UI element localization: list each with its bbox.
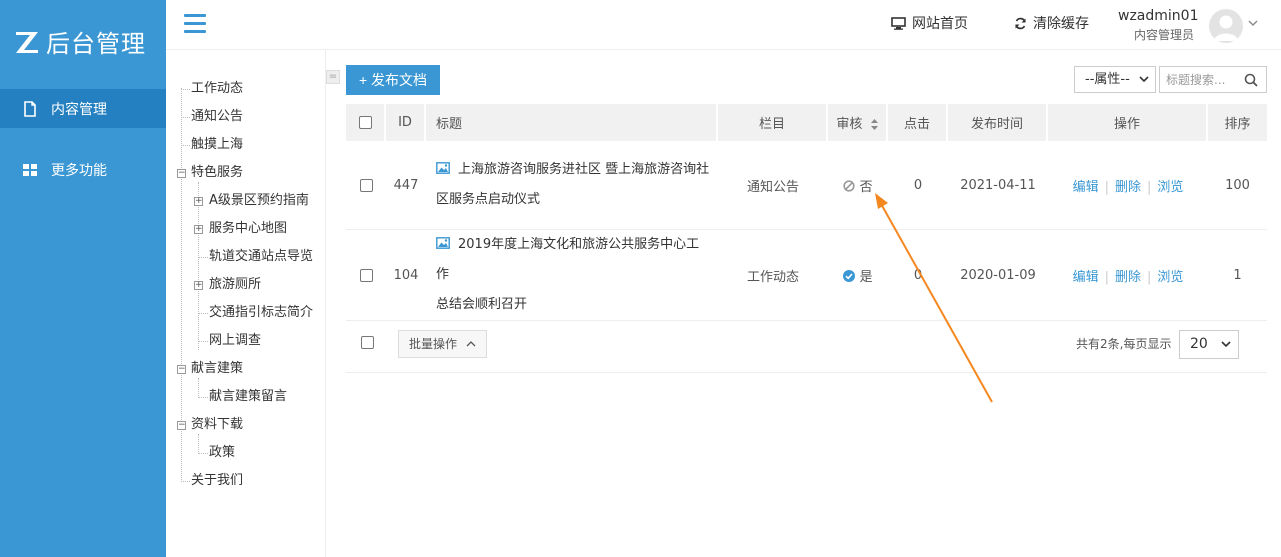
image-icon — [436, 162, 450, 174]
tree-node-online-survey[interactable]: 网上调查 — [209, 331, 261, 351]
view-link[interactable]: 浏览 — [1157, 180, 1183, 195]
menu-toggle-icon[interactable] — [184, 14, 206, 34]
view-link[interactable]: 浏览 — [1157, 270, 1183, 285]
row-audit[interactable]: 是 — [828, 230, 888, 321]
tree-collapse-handle-icon[interactable]: = — [326, 70, 340, 84]
row-publish-time: 2020-01-09 — [948, 230, 1048, 321]
table-row: 447 上海旅游咨询服务进社区 暨上海旅游咨询社 区服务点启动仪式 通知公告 否… — [346, 141, 1267, 230]
row-checkbox[interactable] — [359, 178, 373, 192]
page-size-select[interactable]: 20 — [1179, 330, 1239, 359]
tree-node-work-news[interactable]: 工作动态 — [191, 79, 243, 99]
row-actions: 编辑 | 删除 | 浏览 — [1048, 230, 1208, 321]
document-table: ID 标题 栏目 审核 点击 发布时间 操作 排序 447 上海旅游咨询服务进社… — [346, 104, 1267, 321]
batch-operation-button[interactable]: 批量操作 — [398, 330, 487, 358]
attribute-select[interactable]: --属性-- — [1074, 66, 1156, 93]
clear-cache-link[interactable]: 清除缓存 — [1014, 13, 1089, 33]
refresh-icon — [1015, 17, 1026, 29]
row-clicks: 0 — [888, 230, 948, 321]
expand-toggle-icon[interactable]: + — [194, 197, 203, 206]
tree-node-traffic-signs[interactable]: 交通指引标志简介 — [209, 303, 313, 323]
site-home-link[interactable]: 网站首页 — [891, 13, 968, 33]
user-name: wzadmin01 — [1118, 8, 1199, 24]
total-count-text: 共有2条,每页显示 — [1076, 337, 1172, 351]
header-id: ID — [386, 104, 426, 141]
delete-link[interactable]: 删除 — [1115, 270, 1141, 285]
expand-toggle-icon[interactable]: + — [194, 281, 203, 290]
row-order: 1 — [1208, 230, 1267, 321]
row-column: 通知公告 — [718, 141, 828, 230]
publish-document-button[interactable]: + 发布文档 — [346, 65, 440, 95]
expand-toggle-icon[interactable]: + — [194, 225, 203, 234]
header-actions: 操作 — [1048, 104, 1208, 141]
row-id: 104 — [386, 230, 426, 321]
footer-select-all-checkbox[interactable] — [361, 336, 374, 349]
edit-link[interactable]: 编辑 — [1073, 180, 1099, 195]
main-sidebar: 后台管理 内容管理 更多功能 — [0, 0, 166, 557]
delete-link[interactable]: 删除 — [1115, 180, 1141, 195]
grid-icon — [23, 163, 37, 176]
header-audit[interactable]: 审核 — [828, 104, 888, 141]
check-circle-icon — [843, 269, 856, 282]
collapse-toggle-icon[interactable]: − — [177, 421, 186, 430]
avatar[interactable] — [1209, 9, 1243, 43]
user-role: 内容管理员 — [1134, 28, 1195, 42]
sidebar-item-content-management[interactable]: 内容管理 — [0, 89, 166, 128]
logo: 后台管理 — [0, 0, 166, 83]
sort-icon — [870, 119, 878, 130]
tree-node-service-map[interactable]: 服务中心地图 — [209, 219, 287, 239]
tree-node-special-services[interactable]: 特色服务 — [191, 163, 243, 183]
row-publish-time: 2021-04-11 — [948, 141, 1048, 230]
tree-node-about-us[interactable]: 关于我们 — [191, 471, 243, 491]
search-icon[interactable] — [1244, 73, 1258, 87]
top-header: 网站首页 清除缓存 wzadmin01 内容管理员 — [166, 0, 1281, 50]
table-footer: 批量操作 共有2条,每页显示 20 — [346, 319, 1267, 373]
title-search-box — [1159, 66, 1267, 93]
logo-text: 后台管理 — [46, 30, 146, 58]
sidebar-item-more-functions[interactable]: 更多功能 — [0, 150, 166, 189]
row-column: 工作动态 — [718, 230, 828, 321]
ban-icon — [843, 179, 856, 192]
row-audit[interactable]: 否 — [828, 141, 888, 230]
header-select-all — [346, 104, 386, 141]
row-order: 100 — [1208, 141, 1267, 230]
tree-node-notices[interactable]: 通知公告 — [191, 107, 243, 127]
select-all-checkbox[interactable] — [358, 116, 372, 129]
sidebar-item-label: 更多功能 — [51, 162, 107, 179]
monitor-icon — [891, 16, 906, 30]
header-publish-time: 发布时间 — [948, 104, 1048, 141]
tree-node-downloads[interactable]: 资料下载 — [191, 415, 243, 435]
row-title[interactable]: 上海旅游咨询服务进社区 暨上海旅游咨询社 区服务点启动仪式 — [426, 141, 718, 230]
sidebar-item-label: 内容管理 — [51, 101, 107, 118]
row-checkbox[interactable] — [359, 268, 373, 282]
row-actions: 编辑 | 删除 | 浏览 — [1048, 141, 1208, 230]
chevron-down-icon — [1221, 341, 1231, 348]
search-input[interactable] — [1160, 67, 1240, 92]
category-tree: 工作动态 通知公告 触摸上海 − 特色服务 + A级景区预约指南 + 服务中心地… — [166, 50, 326, 557]
tree-node-suggestion-messages[interactable]: 献言建策留言 — [209, 387, 287, 407]
row-clicks: 0 — [888, 141, 948, 230]
header-column: 栏目 — [718, 104, 828, 141]
image-icon — [436, 237, 450, 249]
row-id: 447 — [386, 141, 426, 230]
header-clicks: 点击 — [888, 104, 948, 141]
table-row: 104 2019年度上海文化和旅游公共服务中心工作 总结会顺利召开 工作动态 是… — [346, 230, 1267, 321]
document-icon — [24, 100, 36, 117]
edit-link[interactable]: 编辑 — [1073, 270, 1099, 285]
header-title: 标题 — [426, 104, 718, 141]
tree-node-policy[interactable]: 政策 — [209, 443, 235, 463]
tree-node-toilets[interactable]: 旅游厕所 — [209, 275, 261, 295]
chevron-up-icon — [466, 341, 476, 347]
header-order: 排序 — [1208, 104, 1267, 141]
collapse-toggle-icon[interactable]: − — [177, 169, 186, 178]
tree-node-metro-guide[interactable]: 轨道交通站点导览 — [209, 247, 313, 267]
logo-icon — [16, 31, 38, 53]
collapse-toggle-icon[interactable]: − — [177, 365, 186, 374]
row-title[interactable]: 2019年度上海文化和旅游公共服务中心工作 总结会顺利召开 — [426, 230, 718, 321]
user-avatar-icon — [1214, 15, 1238, 41]
chevron-down-icon[interactable] — [1248, 20, 1258, 27]
tree-node-a-level-guide[interactable]: A级景区预约指南 — [209, 191, 309, 211]
tree-node-touch-shanghai[interactable]: 触摸上海 — [191, 135, 243, 155]
tree-node-suggestions[interactable]: 献言建策 — [191, 359, 243, 379]
chevron-down-icon — [1139, 76, 1149, 83]
